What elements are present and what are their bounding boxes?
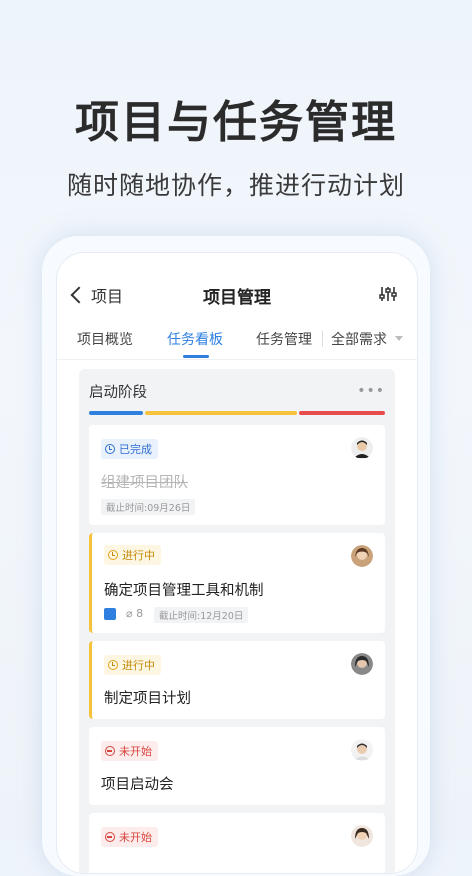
task-card[interactable]: 进行中 制定项目计划: [89, 641, 385, 719]
avatar: [351, 437, 373, 459]
stage-title: 启动阶段: [89, 385, 147, 401]
progress-segment-doing: [145, 411, 297, 415]
page-headline: 项目与任务管理: [75, 97, 397, 148]
task-title: 确定项目管理工具和机制: [104, 583, 264, 599]
task-card[interactable]: 未开始 项目启动会: [89, 727, 385, 805]
nav-bar: 项目 项目管理: [57, 281, 417, 311]
deadline-tag: 截止时间:09月26日: [101, 499, 196, 515]
status-label: 未开始: [119, 745, 152, 758]
tab-all-requirements[interactable]: 全部需求: [331, 329, 387, 349]
status-badge: 进行中: [104, 545, 161, 565]
progress-segment-todo: [299, 411, 385, 415]
status-label: 进行中: [122, 659, 155, 672]
clock-icon: [108, 660, 118, 670]
status-badge: 未开始: [101, 827, 158, 847]
page-subline: 随时随地协作，推进行动计划: [66, 171, 405, 200]
minus-circle-icon: [105, 832, 115, 842]
tab-divider: [322, 331, 323, 347]
page-title: 项目管理: [203, 288, 271, 308]
status-label: 已完成: [119, 443, 152, 456]
attachment-number: 8: [136, 607, 144, 620]
task-card[interactable]: 已完成 组建项目团队 截止时间:09月26日: [89, 425, 385, 525]
tab-overview[interactable]: 项目概览: [77, 329, 133, 349]
avatar: [351, 825, 373, 847]
deadline-tag: 截止时间:12月20日: [154, 607, 249, 623]
progress-segment-done: [89, 411, 143, 415]
avatar: [351, 545, 373, 567]
clock-icon: [108, 550, 118, 560]
filter-icon[interactable]: [379, 285, 397, 303]
tab-bar: 项目概览 任务看板 任务管理 全部需求: [57, 319, 417, 360]
task-card[interactable]: 未开始: [89, 813, 385, 873]
tab-task-board[interactable]: 任务看板: [167, 329, 223, 349]
task-title: 制定项目计划: [104, 691, 191, 707]
status-badge: 未开始: [101, 741, 158, 761]
minus-circle-icon: [105, 746, 115, 756]
phone-screen: 项目 项目管理 项目概览 任务看板 任务管理 全部需求 启动阶段 ••• 已完成…: [56, 252, 418, 874]
status-badge: 已完成: [101, 439, 158, 459]
stage-progress-bar: [89, 411, 385, 415]
status-badge: 进行中: [104, 655, 161, 675]
avatar: [351, 739, 373, 761]
checklist-icon: [104, 608, 116, 620]
task-card[interactable]: 进行中 确定项目管理工具和机制 ⌀ 8 截止时间:12月20日: [89, 533, 385, 633]
status-label: 进行中: [122, 549, 155, 562]
attachment-count: ⌀ 8: [126, 607, 144, 620]
task-title: 项目启动会: [101, 777, 174, 793]
tab-task-management[interactable]: 任务管理: [256, 329, 312, 349]
kanban-column: 启动阶段 ••• 已完成 组建项目团队 截止时间:09月26日 进行中 确定项目…: [79, 369, 395, 873]
chevron-down-icon[interactable]: [395, 336, 403, 341]
active-tab-indicator: [183, 355, 209, 358]
more-icon[interactable]: •••: [357, 383, 385, 399]
task-title: 组建项目团队: [101, 475, 188, 491]
clock-icon: [105, 444, 115, 454]
status-label: 未开始: [119, 831, 152, 844]
avatar: [351, 653, 373, 675]
